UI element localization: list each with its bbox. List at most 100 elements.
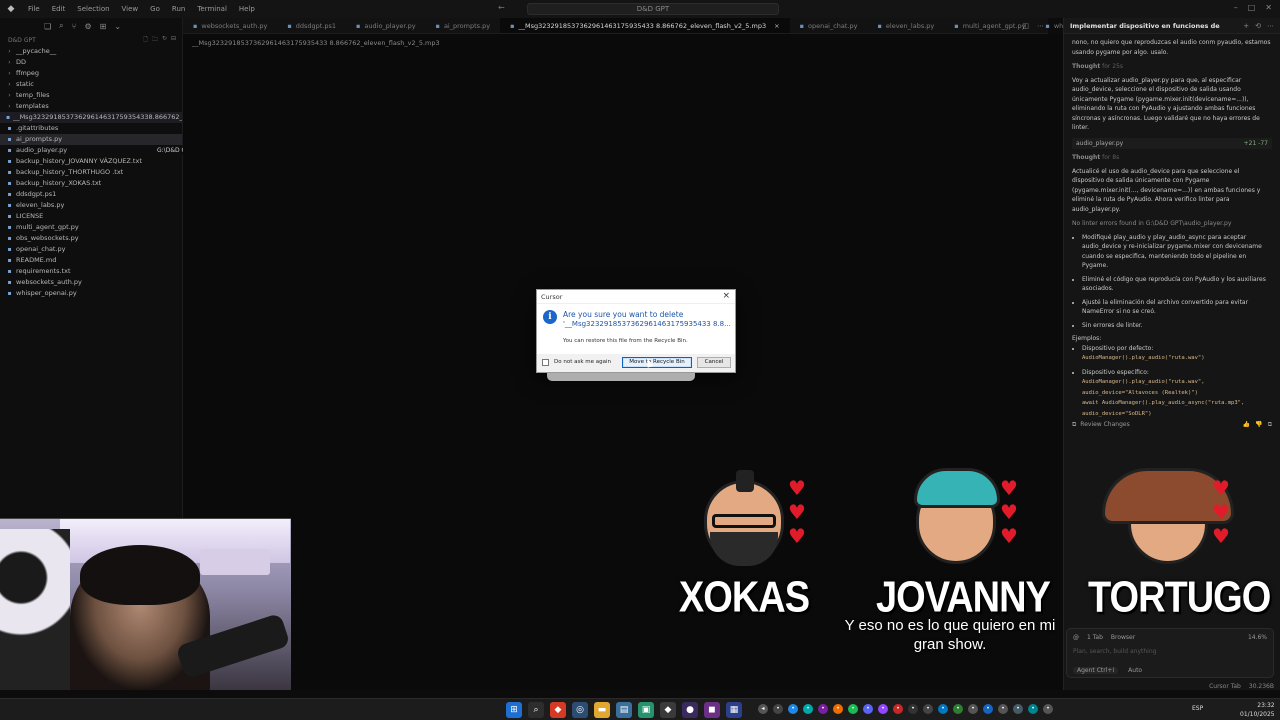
extensions-icon[interactable]: ⊞ [100, 22, 107, 31]
tree-folder[interactable]: › static [0, 79, 182, 90]
refresh-icon[interactable]: ↻ [162, 35, 167, 45]
back-arrow-icon[interactable]: ← [498, 3, 505, 12]
new-file-icon[interactable]: 🗋 [143, 35, 148, 45]
tree-file[interactable]: ▪ backup_history_THORTHUGO .txt [0, 167, 182, 178]
more-icon[interactable]: ⋯ [1267, 22, 1274, 30]
editor-tab[interactable]: ▪ openai_chat.py [790, 18, 868, 33]
tray-icon[interactable]: ◂ [758, 704, 768, 714]
tree-file[interactable]: ▪ obs_websockets.py [0, 233, 182, 244]
tree-file[interactable]: ▪ ai_prompts.py [0, 134, 182, 145]
editor-tab[interactable]: ▪ ddsdgpt.ps1 [277, 18, 346, 33]
tree-file[interactable]: ▪ LICENSE [0, 211, 182, 222]
obs-icon[interactable]: ● [682, 702, 698, 718]
command-center-search[interactable]: D&D GPT [527, 3, 779, 15]
project-title[interactable]: D&D GPT [8, 37, 36, 44]
tray-icon[interactable]: • [908, 704, 918, 714]
editor-tab[interactable]: ▪ audio_player.py [346, 18, 426, 33]
search-icon[interactable]: ⌕ [59, 21, 63, 31]
tray-icon[interactable]: • [803, 704, 813, 714]
tray-icon[interactable]: • [938, 704, 948, 714]
tray-icon[interactable]: • [1013, 704, 1023, 714]
tray-icon[interactable]: • [968, 704, 978, 714]
context-icon[interactable]: @ [1073, 634, 1079, 641]
tray-icon[interactable]: • [923, 704, 933, 714]
chat-input[interactable]: Plan, search, build anything [1073, 648, 1156, 655]
tree-file[interactable]: ▪ multi_agent_gpt.py [0, 222, 182, 233]
tree-file[interactable]: ▪ backup_history_JOVANNY VÁZQUEZ.txt [0, 156, 182, 167]
app-icon[interactable]: ◼ [704, 702, 720, 718]
brave-icon[interactable]: ◆ [550, 702, 566, 718]
cursor-app-icon[interactable]: ◆ [660, 702, 676, 718]
history-icon[interactable]: ⟲ [1255, 22, 1261, 30]
folder-icon[interactable]: ▬ [594, 702, 610, 718]
tree-folder[interactable]: › temp_files [0, 90, 182, 101]
tree-file[interactable]: ▪ ddsdgpt.ps1 [0, 189, 182, 200]
plus-icon[interactable]: + [1243, 22, 1249, 30]
editor-tab[interactable]: ▪ websockets_auth.py [183, 18, 277, 33]
file-change-pill[interactable]: audio_player.py +21 -77 [1072, 137, 1272, 149]
more-actions-icon[interactable]: ⋯ [1037, 22, 1044, 30]
tree-folder[interactable]: › __pycache__ [0, 46, 182, 57]
terminal-icon[interactable]: ▣ [638, 702, 654, 718]
close-window-icon[interactable]: ✕ [1265, 3, 1272, 12]
thumbs-down-icon[interactable]: 👎 [1255, 421, 1262, 429]
search-icon[interactable]: ⌕ [528, 702, 544, 718]
start-icon[interactable]: ⊞ [506, 702, 522, 718]
tree-file[interactable]: ▪ eleven_labs.py [0, 200, 182, 211]
agent-mode-select[interactable]: Agent Ctrl+I [1073, 667, 1119, 674]
close-tab-icon[interactable]: × [774, 18, 779, 34]
editor-tab[interactable]: ▪ eleven_labs.py [868, 18, 945, 33]
close-icon[interactable]: × [722, 291, 730, 301]
discord-icon[interactable]: • [863, 704, 873, 714]
explorer-icon[interactable]: ❏ [44, 22, 51, 31]
tree-file[interactable]: ▪ whisper_openai.py [0, 288, 182, 299]
review-changes-link[interactable]: Review Changes [1080, 421, 1129, 429]
maximize-icon[interactable]: □ [1248, 3, 1256, 12]
tray-icon[interactable]: • [953, 704, 963, 714]
tree-folder[interactable]: › templates [0, 101, 182, 112]
tray-icon[interactable]: • [983, 704, 993, 714]
split-editor-icon[interactable]: ◫ [1022, 22, 1029, 30]
tray-icon[interactable]: • [833, 704, 843, 714]
tray-icon[interactable]: • [773, 704, 783, 714]
tab-count[interactable]: 1 Tab [1087, 634, 1103, 641]
status-left[interactable]: Cursor Tab [1209, 683, 1241, 690]
chat-title[interactable]: Implementar dispositivo en funciones de … [1070, 22, 1220, 30]
menu-edit[interactable]: Edit [46, 5, 72, 13]
input-language[interactable]: ESP [1192, 705, 1203, 712]
steam-icon[interactable]: ◎ [572, 702, 588, 718]
gear-icon[interactable]: ⚙ [84, 22, 91, 31]
browser-chip[interactable]: Browser [1111, 634, 1135, 641]
move-to-recycle-bin-button[interactable]: Move to Recycle Bin [622, 357, 692, 368]
clock[interactable]: 23:32 01/10/2025 [1240, 701, 1275, 719]
chevron-down-icon[interactable]: ⌄ [114, 22, 121, 31]
twitch-icon[interactable]: • [878, 704, 888, 714]
model-select[interactable]: Auto [1128, 667, 1142, 674]
collapse-icon[interactable]: ⊟ [171, 35, 176, 45]
tree-folder[interactable]: › DD [0, 57, 182, 68]
menu-go[interactable]: Go [144, 5, 166, 13]
menu-selection[interactable]: Selection [71, 5, 115, 13]
tree-file[interactable]: ▪ README.md [0, 255, 182, 266]
tray-icon[interactable]: • [998, 704, 1008, 714]
tree-folder[interactable]: › ffmpeg [0, 68, 182, 79]
tray-icon[interactable]: • [1043, 704, 1053, 714]
tree-file[interactable]: ▪ openai_chat.py [0, 244, 182, 255]
thought-2[interactable]: Thought for 8s [1072, 153, 1272, 163]
tree-file[interactable]: ▪ __Msg32329185373629614631759354338.8667… [0, 112, 182, 123]
tray-icon[interactable]: • [1028, 704, 1038, 714]
spotify-icon[interactable]: • [848, 704, 858, 714]
thought-1[interactable]: Thought for 25s [1072, 62, 1272, 72]
chat-composer[interactable]: @ 1 Tab Browser 14.6% Plan, search, buil… [1066, 628, 1274, 678]
do-not-ask-checkbox[interactable] [542, 359, 549, 366]
menu-file[interactable]: File [22, 5, 46, 13]
menu-help[interactable]: Help [233, 5, 261, 13]
tree-file[interactable]: ▪ requirements.txt [0, 266, 182, 277]
minimize-icon[interactable]: – [1234, 3, 1238, 12]
files-icon[interactable]: ▤ [616, 702, 632, 718]
breadcrumb[interactable]: __Msg3232918537362961463175935433 8.8667… [192, 39, 440, 47]
tray-icon[interactable]: • [788, 704, 798, 714]
tray-icon[interactable]: • [818, 704, 828, 714]
editor-tab[interactable]: ▪ ai_prompts.py [426, 18, 501, 33]
menu-terminal[interactable]: Terminal [191, 5, 233, 13]
